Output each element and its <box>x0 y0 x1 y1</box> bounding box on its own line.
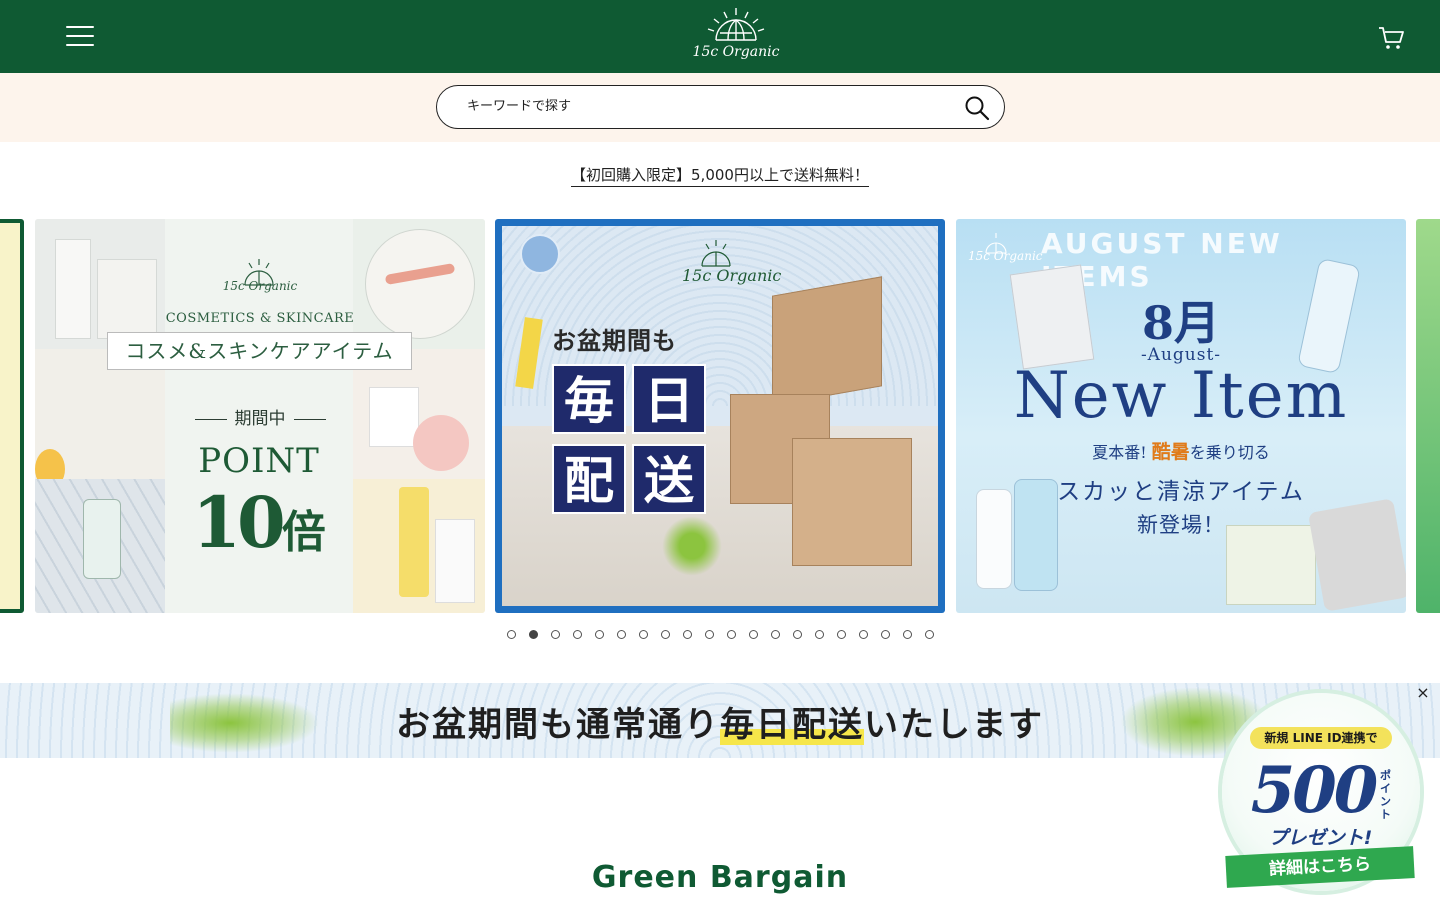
carousel-dot[interactable] <box>550 630 560 639</box>
carousel-dot[interactable] <box>660 630 670 639</box>
slide-tagline: 夏本番! 酷暑を乗り切る <box>956 437 1406 464</box>
carousel-dot[interactable] <box>726 630 736 639</box>
sheet-pack <box>1226 525 1316 605</box>
promo-announcement: 【初回購入限定】5,000円以上で送料無料！ <box>0 164 1440 187</box>
multiplier-number: 10 <box>192 481 285 564</box>
site-header: 15c Organic <box>0 0 1440 73</box>
close-icon[interactable]: × <box>1414 684 1432 702</box>
slide-block-char: 日 <box>632 364 706 434</box>
carousel-slide-next-edge[interactable] <box>1416 219 1440 613</box>
carousel-dot[interactable] <box>594 630 604 639</box>
site-logo[interactable]: 15c Organic <box>690 6 782 68</box>
carousel-dot[interactable] <box>704 630 714 639</box>
hamburger-menu-icon[interactable] <box>66 26 94 50</box>
carousel-dot[interactable] <box>792 630 802 639</box>
slide-point-multiplier: 10倍 <box>165 481 353 564</box>
slide-new-item: New Item <box>1013 359 1349 433</box>
search-icon[interactable] <box>964 95 990 121</box>
carousel-dot[interactable] <box>770 630 780 639</box>
carousel-dot[interactable] <box>748 630 758 639</box>
line-points-popup[interactable]: 新規 LINE ID連携で 500 ポイント プレゼント! 詳細はこちら <box>1218 693 1423 893</box>
cardboard-box <box>772 276 882 406</box>
carousel-slide-august-new-items[interactable]: 15c Organic AUGUST NEW ITEMS 8月 -August-… <box>956 219 1406 613</box>
carousel-dot[interactable] <box>572 630 582 639</box>
slide-logo-text: 15c Organic <box>222 279 298 293</box>
carousel-dot[interactable] <box>836 630 846 639</box>
tagline-post: を乗り切る <box>1189 443 1270 462</box>
popup-points-label: ポイント <box>1380 769 1391 821</box>
search-box <box>436 85 1005 129</box>
popup-points-number: 500 <box>1250 753 1379 828</box>
carousel-slide-prev-edge[interactable] <box>0 219 24 613</box>
free-shipping-link[interactable]: 【初回購入限定】5,000円以上で送料無料！ <box>571 164 869 187</box>
search-input[interactable] <box>467 86 957 127</box>
logo-text: 15c Organic <box>692 44 780 60</box>
banner-text-highlight: 毎日配送 <box>720 705 864 745</box>
carousel-slide-cosmetics[interactable]: 15c Organic COSMETICS & SKINCARE コスメ&スキン… <box>35 219 485 613</box>
slide-period: 期間中 <box>185 404 335 429</box>
carousel-dot[interactable] <box>902 630 912 639</box>
popup-gift-text: プレゼント! <box>1268 827 1373 849</box>
tagline-pre: 夏本番! <box>1092 443 1147 462</box>
search-band <box>0 73 1440 142</box>
carousel-dot[interactable] <box>814 630 824 639</box>
cardboard-box <box>792 438 912 566</box>
banner-text-pre: お盆期間も通常通り <box>396 705 720 745</box>
tagline-hot: 酷暑 <box>1151 441 1190 463</box>
slide-block-char: 配 <box>552 444 626 514</box>
slide-block-char: 毎 <box>552 364 626 434</box>
multiplier-unit: 倍 <box>281 507 326 558</box>
carousel-dot[interactable] <box>682 630 692 639</box>
carousel-pagination <box>0 630 1440 639</box>
popup-top-label: 新規 LINE ID連携で <box>1250 727 1392 749</box>
carousel-dot[interactable] <box>924 630 934 639</box>
pump-bottle <box>1014 479 1058 591</box>
carousel-dot[interactable] <box>880 630 890 639</box>
slide-subtitle: COSMETICS & SKINCARE <box>165 311 355 326</box>
slide-block-char: 送 <box>632 444 706 514</box>
hero-carousel: 15c Organic COSMETICS & SKINCARE コスメ&スキン… <box>0 219 1440 614</box>
maple-leaf-icon <box>662 516 722 576</box>
carousel-dot[interactable] <box>528 630 538 639</box>
slide-point-label: POINT <box>198 441 320 481</box>
pump-bottle <box>976 489 1012 589</box>
slide-ribbon: コスメ&スキンケアアイテム <box>107 332 412 370</box>
face-mask <box>1307 498 1406 612</box>
carousel-dot[interactable] <box>616 630 626 639</box>
carousel-dot[interactable] <box>858 630 868 639</box>
carousel-dot[interactable] <box>638 630 648 639</box>
slide-title: お盆期間も <box>552 326 677 355</box>
slide-logo-text: 15c Organic <box>682 266 782 285</box>
slide-inner: 15c Organic お盆期間も 毎 日 配 送 <box>502 226 938 606</box>
slide-month: 8月 <box>1141 296 1220 350</box>
carousel-slide-obon-delivery[interactable]: 15c Organic お盆期間も 毎 日 配 送 <box>495 219 945 613</box>
slide-logo-text: 15c Organic <box>968 249 1043 263</box>
wind-chime-icon <box>520 234 560 274</box>
carousel-dot[interactable] <box>506 630 516 639</box>
banner-text-post: いたします <box>864 705 1044 745</box>
cart-icon[interactable] <box>1376 24 1406 52</box>
